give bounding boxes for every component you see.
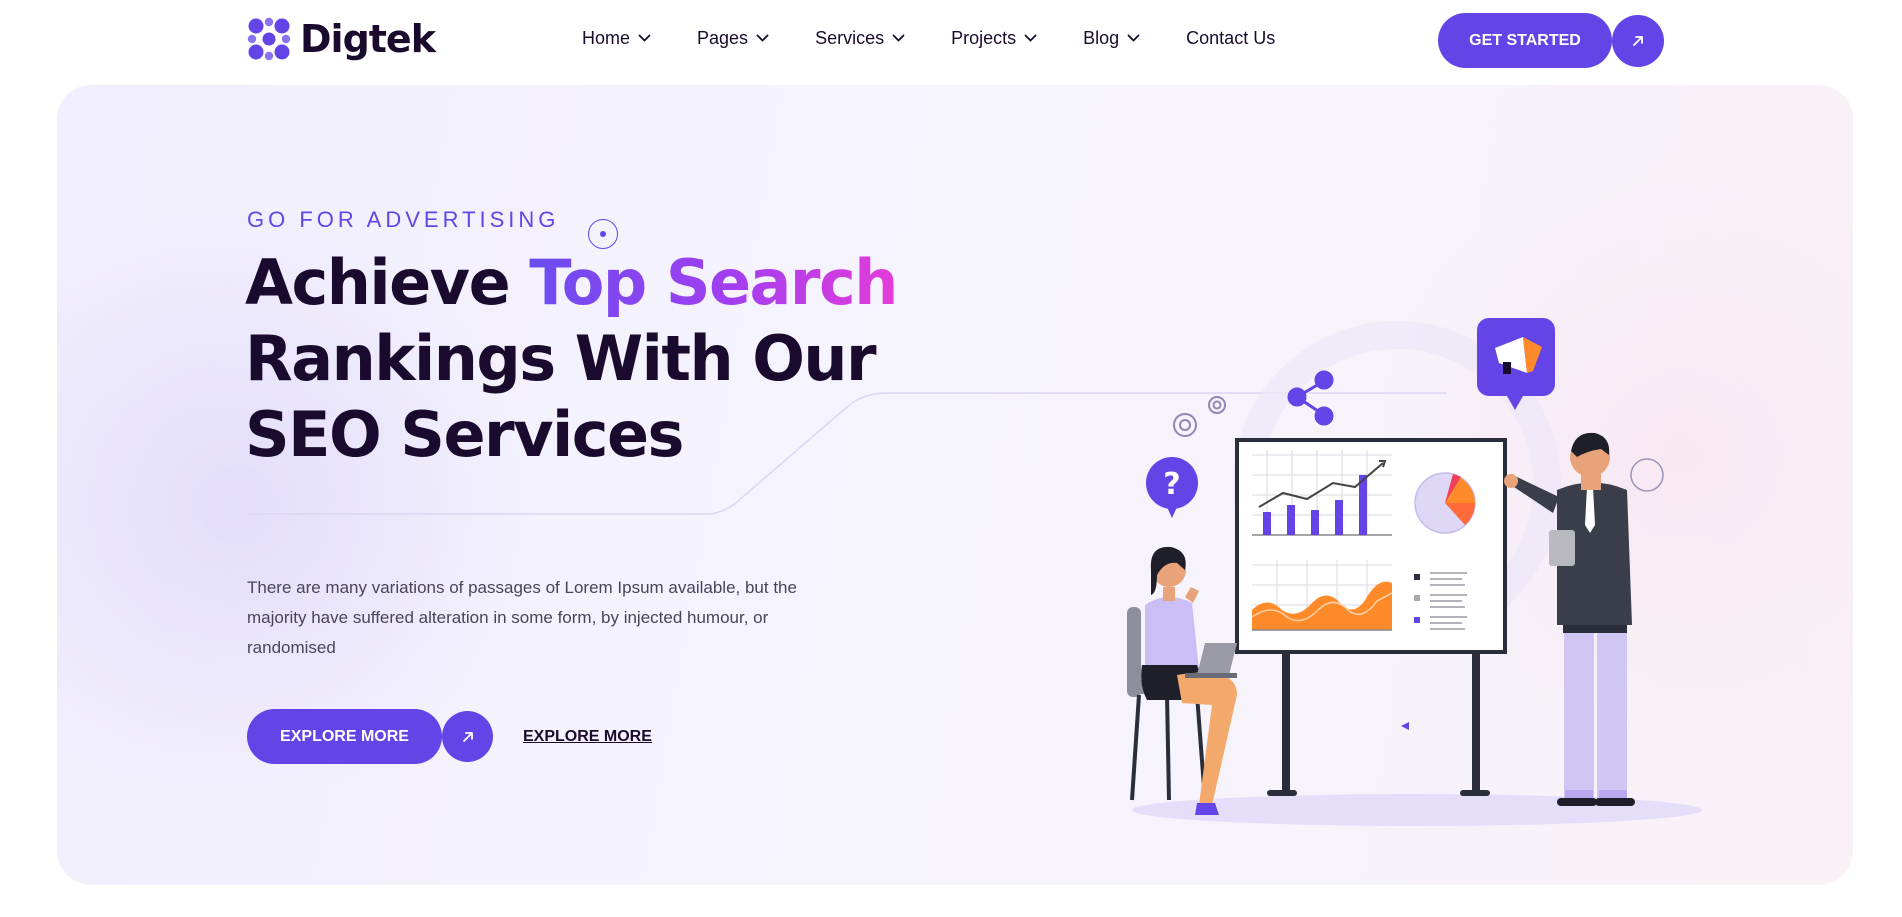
nav-item-label: Projects	[951, 28, 1017, 48]
nav-item-home[interactable]: Home	[582, 28, 651, 49]
logo-mark-icon	[247, 17, 291, 61]
brand-name: Digtek	[300, 17, 436, 61]
chevron-down-icon	[892, 34, 905, 42]
megaphone-icon	[1477, 318, 1555, 410]
chevron-down-icon	[1024, 34, 1037, 42]
hero-eyebrow: GO FOR ADVERTISING	[247, 207, 560, 232]
arrow-up-right-icon	[1633, 35, 1643, 46]
explore-more-arrow-button[interactable]	[442, 711, 493, 762]
nav-item-label: Blog	[1083, 28, 1120, 48]
headline-part2: Rankings With Our SEO Services	[245, 322, 877, 471]
seated-woman-figure	[1127, 546, 1237, 815]
nav-item-contact[interactable]: Contact Us	[1186, 28, 1275, 49]
chevron-down-icon	[756, 34, 769, 42]
explore-more-button[interactable]: EXPLORE MORE	[247, 709, 442, 764]
hero-section: GO FOR ADVERTISING Achieve Top Search Ra…	[57, 85, 1853, 885]
nav-item-projects[interactable]: Projects	[951, 28, 1037, 49]
gear-icon	[1173, 396, 1226, 437]
nav-item-blog[interactable]: Blog	[1083, 28, 1140, 49]
nav-item-label: Contact Us	[1186, 28, 1276, 48]
hero-description: There are many variations of passages of…	[247, 578, 797, 657]
headline-part1: Achieve	[245, 246, 530, 319]
seo-presentation-illustration: ?	[1127, 318, 1702, 826]
nav-item-pages[interactable]: Pages	[697, 28, 769, 49]
get-started-arrow-button[interactable]	[1612, 14, 1664, 67]
question-icon: ?	[1146, 457, 1198, 518]
hero-headline: Achieve Top Search Rankings With Our SEO…	[245, 245, 945, 473]
nav-item-label: Pages	[697, 28, 749, 48]
headline-highlight: Top Search	[529, 246, 898, 319]
presenter-figure	[1504, 432, 1635, 806]
svg-text:?: ?	[1163, 467, 1180, 502]
chevron-down-icon	[1127, 34, 1140, 42]
nav-item-label: Home	[582, 28, 631, 48]
main-nav: Home Pages Services Projects Blog Contac…	[582, 28, 1321, 49]
header-cta: GET STARTED	[1438, 13, 1664, 68]
site-header: Digtek Home Pages Services Projects Blog…	[0, 0, 1902, 84]
explore-more-link[interactable]: EXPLORE MORE	[523, 728, 652, 746]
get-started-button[interactable]: GET STARTED	[1438, 13, 1612, 68]
hero-actions: EXPLORE MORE EXPLORE MORE	[247, 709, 652, 764]
nav-item-services[interactable]: Services	[815, 28, 905, 49]
arrow-up-right-icon	[462, 731, 473, 742]
chevron-down-icon	[638, 34, 651, 42]
brand-logo[interactable]: Digtek	[246, 16, 436, 62]
nav-item-label: Services	[815, 28, 885, 48]
